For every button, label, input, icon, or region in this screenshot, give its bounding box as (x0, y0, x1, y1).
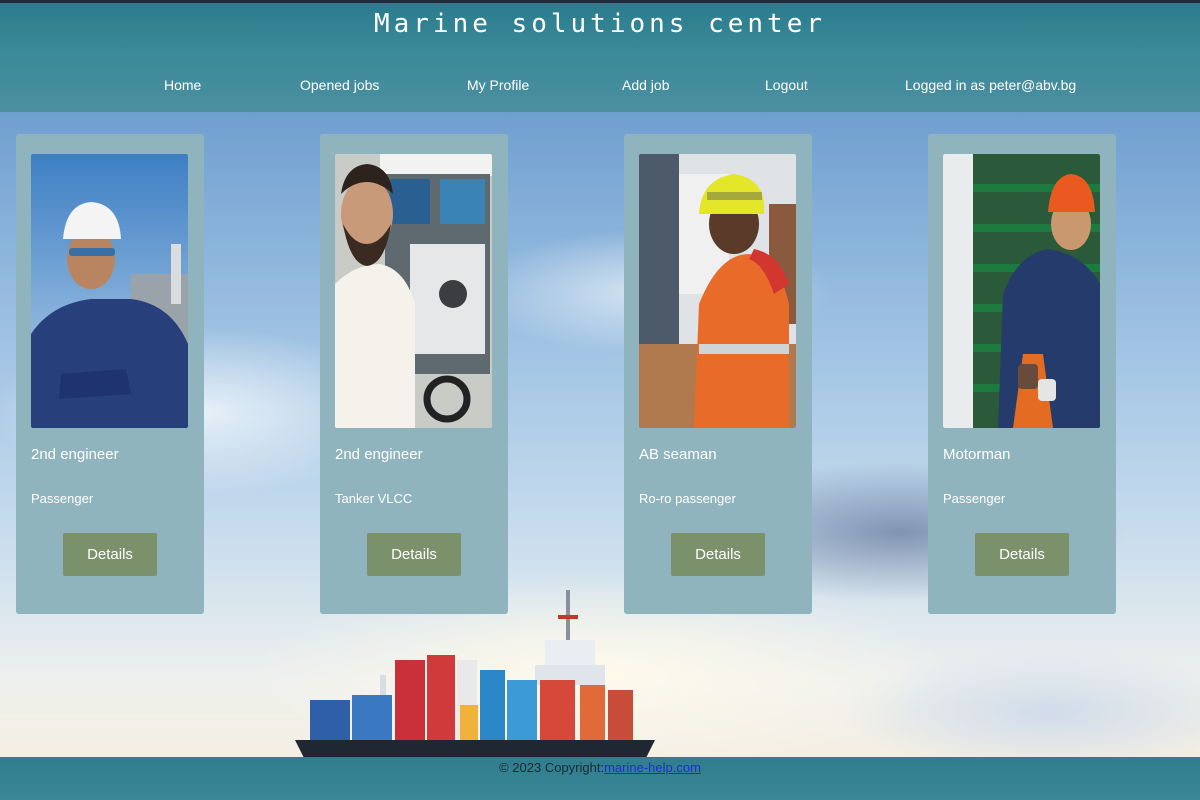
nav-opened-jobs-link[interactable]: Opened jobs (300, 77, 379, 93)
job-title: AB seaman (639, 446, 717, 463)
main-nav: Home Opened jobs My Profile Add job Logo… (0, 71, 1200, 103)
job-photo (335, 154, 492, 428)
job-title: 2nd engineer (31, 446, 119, 463)
site-title: Marine solutions center (373, 9, 827, 39)
header-bar: Marine solutions center Home Opened jobs… (0, 0, 1200, 112)
job-photo (31, 154, 188, 428)
job-card: AB seaman Ro-ro passenger Details (624, 134, 812, 614)
job-title: Motorman (943, 446, 1011, 463)
bridge-officer-photo-image (335, 154, 492, 428)
copyright-text: © 2023 Copyright:marine-help.com (0, 760, 1200, 775)
job-title: 2nd engineer (335, 446, 423, 463)
nav-my-profile-link[interactable]: My Profile (467, 77, 529, 93)
job-photo (943, 154, 1100, 428)
job-card: 2nd engineer Passenger Details (16, 134, 204, 614)
motorman-photo-image (943, 154, 1100, 428)
nav-home-link[interactable]: Home (164, 77, 201, 93)
details-button[interactable]: Details (63, 533, 157, 576)
engineer-photo-image (31, 154, 188, 428)
nav-logout-link[interactable]: Logout (765, 77, 808, 93)
details-button[interactable]: Details (975, 533, 1069, 576)
details-button[interactable]: Details (367, 533, 461, 576)
seaman-photo-image (639, 154, 796, 428)
job-card: 2nd engineer Tanker VLCC Details (320, 134, 508, 614)
vessel-type: Passenger (31, 491, 94, 506)
copyright-label: © 2023 Copyright: (499, 760, 605, 775)
vessel-type: Tanker VLCC (335, 491, 413, 506)
vessel-type: Ro-ro passenger (639, 491, 736, 506)
job-card: Motorman Passenger Details (928, 134, 1116, 614)
footer-site-link[interactable]: marine-help.com (604, 760, 701, 775)
nav-add-job-link[interactable]: Add job (622, 77, 669, 93)
details-button[interactable]: Details (671, 533, 765, 576)
job-photo (639, 154, 796, 428)
footer: © 2023 Copyright:marine-help.com (0, 757, 1200, 800)
logged-in-user: Logged in as peter@abv.bg (905, 77, 1077, 93)
vessel-type: Passenger (943, 491, 1006, 506)
